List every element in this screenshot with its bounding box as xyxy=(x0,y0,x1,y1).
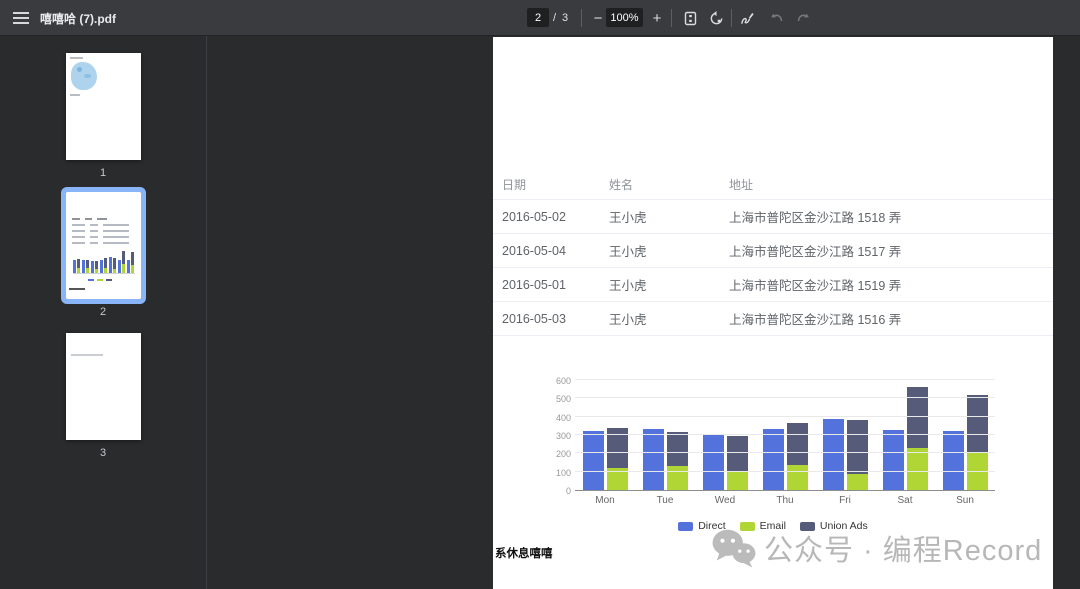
thumbnail-page-preview xyxy=(66,333,141,440)
x-axis-tick-label: Mon xyxy=(575,495,635,506)
thumbnail-page-number: 1 xyxy=(28,167,178,179)
bar-direct xyxy=(883,430,904,491)
bar-direct xyxy=(643,429,664,490)
bar-stacked xyxy=(667,432,688,490)
toolbar-divider xyxy=(581,9,582,27)
page-thumbnail-2[interactable]: 2 xyxy=(28,192,178,318)
table-cell: 上海市普陀区金沙江路 1517 弄 xyxy=(729,241,1053,260)
thumbnail-page-number: 3 xyxy=(28,447,178,459)
x-axis-tick-label: Thu xyxy=(755,495,815,506)
mini-legend-graphic xyxy=(88,279,112,281)
bar-stacked xyxy=(787,423,808,490)
bar-direct xyxy=(823,419,844,491)
x-axis-tick-label: Tue xyxy=(635,495,695,506)
table-cell: 王小虎 xyxy=(609,207,729,226)
table-cell: 2016-05-01 xyxy=(493,278,609,292)
table-row: 2016-05-04王小虎上海市普陀区金沙江路 1517 弄 xyxy=(493,234,1053,268)
table-row: 2016-05-01王小虎上海市普陀区金沙江路 1519 弄 xyxy=(493,268,1053,302)
pdf-viewer-window: 嘻嘻哈 (7).pdf / 3 − 100% + xyxy=(0,0,1080,589)
bar-stacked xyxy=(607,428,628,490)
toolbar-divider xyxy=(671,9,672,27)
bar-direct xyxy=(703,435,724,490)
thumbnail-page-preview xyxy=(66,53,141,160)
x-axis-tick-label: Sat xyxy=(875,495,935,506)
y-axis-tick-label: 400 xyxy=(547,413,571,423)
table-cell: 王小虎 xyxy=(609,275,729,294)
mini-chart-graphic xyxy=(73,248,135,274)
chart-plot-area xyxy=(575,381,995,491)
y-axis-tick-label: 300 xyxy=(547,431,571,441)
x-axis-tick-label: Wed xyxy=(695,495,755,506)
y-axis-tick-label: 0 xyxy=(547,486,571,496)
legend-swatch xyxy=(678,522,693,531)
bar-direct xyxy=(763,429,784,490)
column-header: 日期 xyxy=(493,176,609,193)
y-axis-tick-label: 500 xyxy=(547,394,571,404)
mini-footer-line xyxy=(69,288,85,290)
x-axis-tick-label: Fri xyxy=(815,495,875,506)
undo-icon xyxy=(766,7,788,29)
mini-table-graphic xyxy=(72,218,134,248)
column-header: 地址 xyxy=(729,176,1053,193)
column-header: 姓名 xyxy=(609,176,729,193)
table-row: 2016-05-02王小虎上海市普陀区金沙江路 1518 弄 xyxy=(493,200,1053,234)
table-cell: 2016-05-03 xyxy=(493,312,609,326)
thumbnail-sidebar: 1 2 3 xyxy=(0,36,207,589)
watermark-text: 公众号 · 编程Record xyxy=(764,527,1042,569)
page-thumbnail-3[interactable]: 3 xyxy=(28,333,178,459)
bar-stacked xyxy=(967,395,988,490)
pdf-page-2: 日期姓名地址2016-05-02王小虎上海市普陀区金沙江路 1518 弄2016… xyxy=(493,37,1053,589)
y-axis-tick-label: 600 xyxy=(547,376,571,386)
chart-x-axis-labels: MonTueWedThuFriSatSun xyxy=(575,495,995,506)
rotate-icon[interactable] xyxy=(705,7,727,29)
data-table: 日期姓名地址2016-05-02王小虎上海市普陀区金沙江路 1518 弄2016… xyxy=(493,170,1053,336)
table-cell: 2016-05-02 xyxy=(493,210,609,224)
bar-direct xyxy=(583,431,604,490)
fit-page-icon[interactable] xyxy=(679,7,701,29)
document-title: 嘻嘻哈 (7).pdf xyxy=(40,10,116,27)
page-separator: / xyxy=(553,12,556,24)
y-axis-tick-label: 200 xyxy=(547,449,571,459)
table-cell: 王小虎 xyxy=(609,241,729,260)
toolbar-divider xyxy=(731,9,732,27)
table-cell: 上海市普陀区金沙江路 1519 弄 xyxy=(729,275,1053,294)
thumbnail-page-preview xyxy=(66,192,141,299)
page-footer-text: 系休息嘻嘻 xyxy=(495,545,553,561)
bar-stacked xyxy=(727,436,748,490)
y-axis-tick-label: 100 xyxy=(547,468,571,478)
page-thumbnail-1[interactable]: 1 xyxy=(28,53,178,179)
menu-icon[interactable] xyxy=(10,8,32,28)
watermark: 公众号 · 编程Record xyxy=(711,527,1042,569)
table-cell: 王小虎 xyxy=(609,309,729,328)
table-row: 2016-05-03王小虎上海市普陀区金沙江路 1516 弄 xyxy=(493,302,1053,336)
stacked-bar-chart: MonTueWedThuFriSatSun 0 100 200 300 400 500 60… xyxy=(547,377,1009,517)
page-number-input[interactable] xyxy=(527,8,549,27)
map-blob-graphic xyxy=(71,62,97,90)
table-cell: 上海市普陀区金沙江路 1516 弄 xyxy=(729,309,1053,328)
annotate-pen-icon[interactable] xyxy=(737,7,759,29)
x-axis-tick-label: Sun xyxy=(935,495,995,506)
zoom-level-display: 100% xyxy=(606,8,643,27)
pdf-toolbar: 嘻嘻哈 (7).pdf / 3 − 100% + xyxy=(0,0,1080,36)
zoom-in-button[interactable]: + xyxy=(646,7,668,29)
redo-icon xyxy=(792,7,814,29)
table-cell: 2016-05-04 xyxy=(493,244,609,258)
bar-stacked xyxy=(907,387,928,490)
page-count-label: 3 xyxy=(562,12,568,24)
thumbnail-page-number: 2 xyxy=(28,306,178,318)
bar-stacked xyxy=(847,420,868,490)
bar-direct xyxy=(943,431,964,490)
wechat-icon xyxy=(711,527,757,569)
table-header-row: 日期姓名地址 xyxy=(493,170,1053,200)
table-cell: 上海市普陀区金沙江路 1518 弄 xyxy=(729,207,1053,226)
